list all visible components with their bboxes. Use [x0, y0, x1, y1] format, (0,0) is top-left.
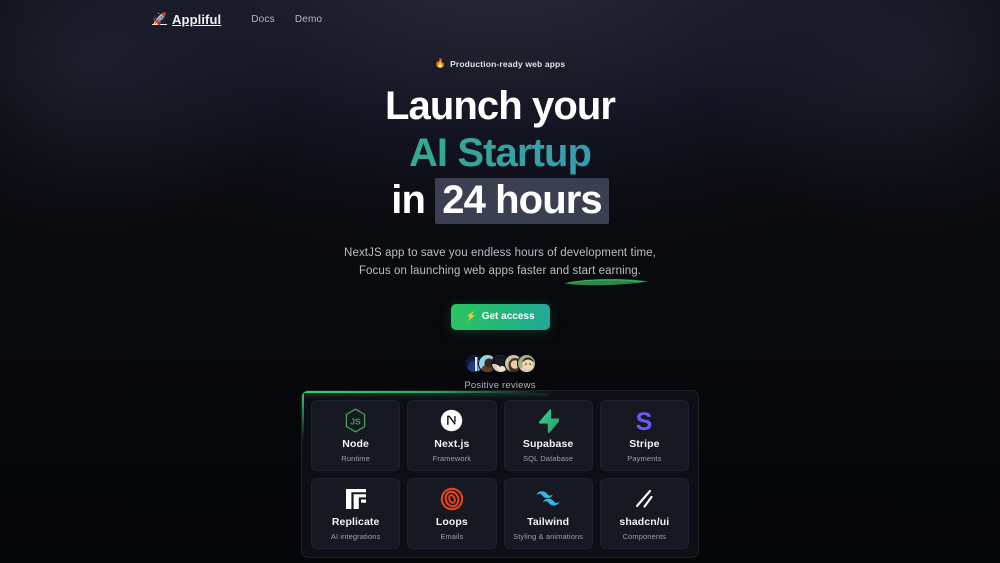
tech-name: Next.js	[434, 437, 470, 450]
get-access-label: Get access	[481, 311, 535, 323]
get-access-button[interactable]: ⚡ Get access	[450, 303, 550, 330]
shadcn-icon	[632, 487, 656, 511]
tech-desc: AI integrations	[330, 531, 381, 541]
headline-line-2: AI Startup	[0, 130, 1000, 177]
replicate-icon	[344, 487, 368, 511]
loops-icon	[440, 487, 464, 511]
tech-card-loops[interactable]: Loops Emails	[407, 478, 497, 549]
headline-line-3-prefix: in	[391, 177, 426, 222]
hero-badge: 🔥 Production-ready web apps	[435, 58, 566, 69]
tech-card-node[interactable]: JS Node Runtime	[311, 400, 401, 471]
fire-icon: 🔥	[434, 58, 447, 68]
subtitle-line-2: Focus on launching web apps faster and s…	[358, 264, 642, 277]
headline-line-3: in 24 hours	[0, 177, 1000, 224]
hero-section: 🔥 Production-ready web apps Launch your …	[0, 0, 1000, 407]
landing-page: 🚀 Appliful Docs Demo 🔥 Production-ready …	[0, 0, 1000, 563]
tech-card-nextjs[interactable]: Next.js Framework	[407, 400, 497, 471]
tech-name: Supabase	[522, 437, 574, 450]
tech-stack-grid-row2: Replicate AI integrations Loops Emails T…	[311, 478, 689, 549]
tech-stack-grid: JS Node Runtime Next.js Framework Supaba…	[311, 400, 689, 471]
underline-swoosh-icon	[563, 278, 648, 286]
svg-text:JS: JS	[350, 416, 361, 426]
tech-card-stripe[interactable]: S Stripe Payments	[599, 400, 689, 471]
tech-name: Node	[342, 437, 369, 450]
headline-line-1: Launch your	[384, 84, 616, 128]
tech-card-tailwind[interactable]: Tailwind Styling & animations	[503, 478, 593, 549]
nodejs-icon: JS	[344, 408, 367, 433]
tech-desc: Emails	[440, 531, 464, 541]
subtitle-wrap: NextJS app to save you endless hours of …	[0, 223, 1000, 286]
subtitle-line-1: NextJS app to save you endless hours of …	[344, 247, 656, 260]
headline-highlight: 24 hours	[435, 177, 609, 224]
cta-wrap: ⚡ Get access	[0, 303, 1000, 330]
tech-card-replicate[interactable]: Replicate AI integrations	[311, 478, 401, 549]
tech-desc: SQL Database	[523, 453, 574, 463]
svg-text:S: S	[636, 408, 653, 434]
nextjs-icon	[440, 409, 463, 433]
tech-desc: Payments	[627, 453, 662, 463]
tailwind-icon	[535, 487, 561, 511]
tech-card-supabase[interactable]: Supabase SQL Database	[503, 400, 593, 471]
tech-card-shadcn[interactable]: shadcn/ui Components	[599, 478, 689, 549]
tech-desc: Framework	[432, 453, 472, 463]
panel-accent-line-vertical	[302, 391, 304, 441]
panel-accent-line	[302, 391, 548, 393]
tech-desc: Runtime	[341, 453, 370, 463]
hero-subtitle: NextJS app to save you endless hours of …	[344, 245, 656, 286]
page-title: Launch your AI Startup in 24 hours	[0, 83, 1000, 224]
tech-name: Stripe	[629, 437, 660, 450]
avatar-group	[464, 354, 536, 374]
tech-desc: Styling & animations	[513, 531, 584, 541]
avatar	[516, 354, 536, 374]
tech-name: Tailwind	[527, 515, 570, 528]
tech-stack-panel: JS Node Runtime Next.js Framework Supaba…	[301, 390, 699, 558]
tech-desc: Components	[622, 531, 667, 541]
bolt-icon: ⚡	[465, 311, 477, 322]
tech-name: Loops	[435, 515, 468, 528]
stripe-icon: S	[633, 408, 655, 434]
tech-name: Replicate	[331, 515, 380, 528]
tech-name: shadcn/ui	[619, 515, 670, 528]
hero-badge-label: Production-ready web apps	[450, 58, 566, 69]
supabase-icon	[538, 408, 559, 433]
